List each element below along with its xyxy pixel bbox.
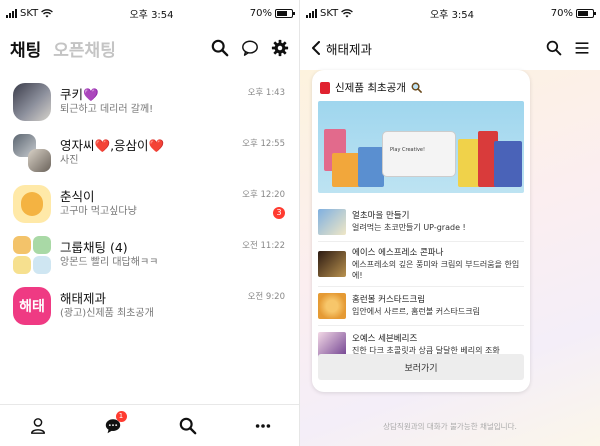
product-title: 얼초마을 만들기 <box>352 211 410 221</box>
chat-item-choonsik[interactable]: 춘식이 고구마 먹고싶다냥 오후 12:20 3 <box>0 178 299 229</box>
status-bar: SKT 오후 3:54 70% <box>300 0 600 26</box>
signal-icon <box>306 8 317 18</box>
brand-avatar-text: 해태 <box>19 298 45 315</box>
chat-item-haitai[interactable]: 해태 해태제과 (광고)신제품 최초공개 오전 9:20 <box>0 280 299 331</box>
tab-search[interactable] <box>168 411 208 441</box>
product-desc: 얼려먹는 초코만들기 UP-grade ! <box>352 223 466 232</box>
more-icon <box>255 423 270 428</box>
chat-list: 쿠키💜 퇴근하고 데리러 갈께! 오후 1:43 영자씨❤️,응삼이❤️ 사진 … <box>0 70 299 331</box>
menu-icon[interactable] <box>574 40 590 56</box>
chat-last-message: 앙몬드 빨리 대답해ㅋㅋ <box>60 256 159 268</box>
chat-time: 오후 12:55 <box>242 139 285 149</box>
channel-header: 해태제과 <box>300 26 600 70</box>
avatar <box>13 82 51 121</box>
product-desc: 입안에서 사르르, 홈런볼 커스타드크림 <box>352 307 480 316</box>
battery-icon <box>576 8 596 18</box>
product-thumbnail <box>318 293 346 319</box>
avatar <box>13 235 51 274</box>
product-item[interactable]: 홈런볼 커스타드크림입안에서 사르르, 홈런볼 커스타드크림 <box>312 287 530 325</box>
battery-icon <box>275 8 295 18</box>
wifi-icon <box>341 8 354 17</box>
search-icon[interactable] <box>211 39 229 57</box>
haitai-logo <box>320 81 330 94</box>
ad-message-card[interactable]: 신제품 최초공개 Play Creative! 얼초마을 만들기 얼려먹는 초코… <box>312 70 530 392</box>
chat-list-screen: SKT 오후 3:54 70% 채팅 오픈채팅 쿠키💜 퇴근하고 데리러 갈께!… <box>0 0 300 446</box>
carrier-label: SKT <box>320 7 339 19</box>
channel-notice: 상담직원과의 대화가 불가능한 채널입니다. <box>383 422 517 431</box>
search-icon[interactable] <box>546 40 562 56</box>
chat-time: 오전 11:22 <box>242 241 285 251</box>
chat-room-body: 신제품 최초공개 Play Creative! 얼초마을 만들기 얼려먹는 초코… <box>300 70 600 446</box>
product-list: 얼초마을 만들기얼려먹는 초코만들기 UP-grade ! 에이스 에스프레소 … <box>312 203 530 364</box>
product-title: 홈런볼 커스타드크림 <box>352 295 426 305</box>
battery-percent: 70% <box>249 7 272 19</box>
card-heading: 신제품 최초공개 <box>335 82 406 94</box>
view-more-button[interactable]: 보러가기 <box>318 354 524 380</box>
product-thumbnail <box>318 251 346 277</box>
product-item[interactable]: 에이스 에스프레소 콘파나 에스프레소의 깊은 풍미와 크림의 부드러움을 한입에… <box>312 242 530 286</box>
unread-badge: 3 <box>273 207 285 219</box>
unread-badge: 1 <box>115 410 127 422</box>
avatar <box>13 133 51 172</box>
chat-last-message: (광고)신제품 최초공개 <box>60 307 154 319</box>
chat-last-message: 사진 <box>60 154 79 166</box>
chat-item-cookie[interactable]: 쿠키💜 퇴근하고 데리러 갈께! 오후 1:43 <box>0 76 299 127</box>
chat-item-group[interactable]: 그룹채팅 (4) 앙몬드 빨리 대답해ㅋㅋ 오전 11:22 <box>0 229 299 280</box>
product-title: 오예스 세븐베리즈 <box>352 334 418 344</box>
status-bar: SKT 오후 3:54 70% <box>0 0 299 26</box>
product-title: 에이스 에스프레소 콘파나 <box>352 247 444 258</box>
settings-icon[interactable] <box>271 39 289 57</box>
bottom-tab-bar: 1 <box>0 404 299 446</box>
tab-chats[interactable]: 채팅 <box>10 36 41 61</box>
channel-title: 해태제과 <box>326 41 373 57</box>
avatar: 해태 <box>13 286 51 325</box>
chat-time: 오후 12:20 <box>242 190 285 200</box>
chat-time: 오후 1:43 <box>247 88 285 98</box>
magnifier-icon <box>411 82 422 93</box>
avatar <box>13 184 51 223</box>
product-thumbnail <box>318 209 346 235</box>
carrier-label: SKT <box>20 7 39 19</box>
wifi-icon <box>41 8 54 17</box>
chat-item-youngja[interactable]: 영자씨❤️,응삼이❤️ 사진 오후 12:55 <box>0 127 299 178</box>
truck-illustration <box>382 131 456 177</box>
new-chat-icon[interactable] <box>241 39 259 57</box>
chat-last-message: 퇴근하고 데리러 갈께! <box>60 103 154 115</box>
product-desc: 에스프레소의 깊은 풍미와 크림의 부드러움을 한입에! <box>352 259 520 280</box>
back-arrow-icon[interactable] <box>310 41 322 55</box>
chat-time: 오전 9:20 <box>247 292 285 302</box>
tab-open-chats[interactable]: 오픈채팅 <box>53 36 116 61</box>
search-icon <box>179 417 196 434</box>
product-item[interactable]: 얼초마을 만들기얼려먹는 초코만들기 UP-grade ! <box>312 203 530 241</box>
signal-icon <box>6 8 17 18</box>
clock: 오후 3:54 <box>129 9 174 21</box>
product-banner-image[interactable]: Play Creative! <box>318 101 524 193</box>
battery-percent: 70% <box>550 7 573 19</box>
tab-more[interactable] <box>243 411 283 441</box>
chat-header: 채팅 오픈채팅 <box>0 26 299 70</box>
person-icon <box>30 417 45 434</box>
tab-chats-bottom[interactable]: 1 <box>93 410 133 441</box>
tab-friends[interactable] <box>18 411 58 441</box>
clock: 오후 3:54 <box>429 9 475 21</box>
channel-chat-screen: SKT 오후 3:54 70% 해태제과 신제품 최초공개 Play Creat… <box>300 0 600 446</box>
banner-text: Play Creative! <box>390 147 425 153</box>
